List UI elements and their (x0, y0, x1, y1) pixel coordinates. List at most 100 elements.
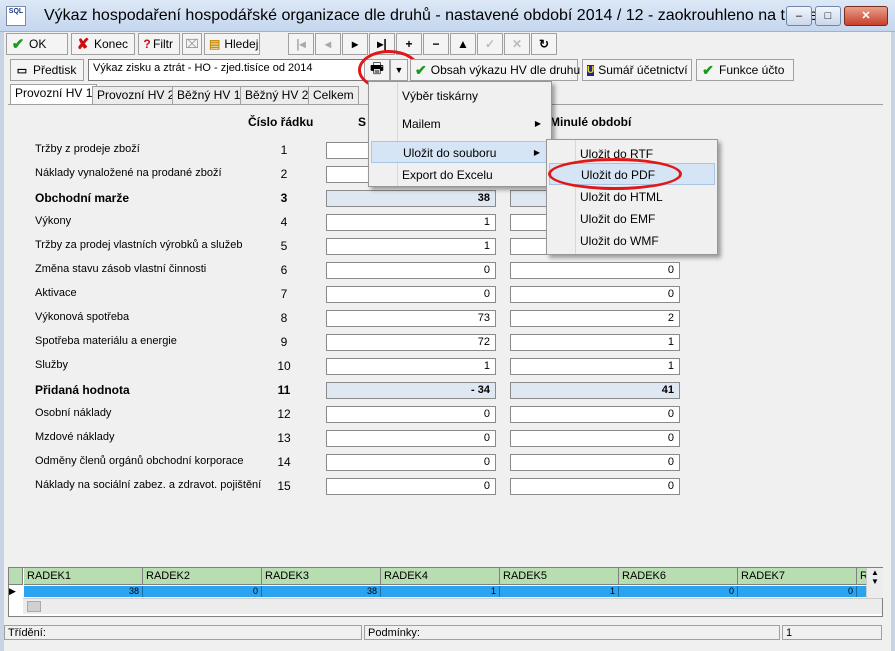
menu-item-vyber-tiskarny[interactable]: Výběr tiskárny (371, 85, 549, 107)
current-period-field[interactable]: 73 (326, 310, 496, 327)
current-period-field[interactable]: - 34 (326, 382, 496, 399)
row-number: 14 (277, 455, 291, 469)
close-x-icon: ✘ (76, 36, 90, 53)
status-podminky: Podmínky: (364, 625, 780, 640)
filter-clear-button[interactable]: ⌧ (182, 33, 202, 55)
current-period-field[interactable]: 1 (326, 214, 496, 231)
grid-horizontal-scrollbar[interactable] (23, 598, 882, 614)
row-label: Výkony (35, 215, 72, 227)
previous-period-field[interactable]: 0 (510, 430, 680, 447)
grid-column-header[interactable]: RADEK4 (381, 568, 500, 585)
menu-item-ulozit-emf[interactable]: Uložit do EMF (549, 208, 715, 230)
grid-cell[interactable]: 1 (500, 586, 619, 597)
grid-column-header[interactable]: RADEK3 (262, 568, 381, 585)
tab-provozni-hv-2[interactable]: Provozní HV 2 (92, 86, 180, 104)
status-record: 1 (782, 625, 882, 640)
current-period-field[interactable]: 0 (326, 286, 496, 303)
row-label: Tržby z prodeje zboží (35, 143, 140, 155)
grid-cell[interactable]: 0 (619, 586, 738, 597)
sumar-button[interactable]: U Sumář účetnictví (582, 59, 692, 81)
previous-period-field[interactable]: 0 (510, 454, 680, 471)
cancel-record-button[interactable]: ✕ (504, 33, 530, 55)
row-number: 11 (277, 383, 291, 397)
tab-bezny-hv-2[interactable]: Běžný HV 2 (240, 86, 314, 104)
obsah-button[interactable]: ✔ Obsah výkazu HV dle druhu (410, 59, 580, 81)
row-label: Spotřeba materiálu a energie (35, 335, 177, 347)
row-label: Náklady vynaložené na prodané zboží (35, 167, 222, 179)
first-record-button[interactable]: |◂ (288, 33, 314, 55)
hledej-button[interactable]: ▤ Hledej (204, 33, 260, 55)
submenu-arrow-icon: ▶ (534, 119, 541, 128)
current-period-field[interactable]: 0 (326, 430, 496, 447)
previous-period-field[interactable]: 1 (510, 358, 680, 375)
grid-cell[interactable]: 0 (738, 586, 857, 597)
tab-provozni-hv-1[interactable]: Provozní HV 1 (10, 84, 98, 105)
scrollbar-thumb[interactable] (27, 601, 41, 612)
row-number: 3 (280, 191, 288, 205)
grid-corner (9, 568, 23, 585)
current-period-field[interactable]: 1 (326, 358, 496, 375)
edit-record-button[interactable]: ▲ (450, 33, 476, 55)
grid-column-header[interactable]: RADEK7 (738, 568, 857, 585)
predtisk-button[interactable]: ▭ Předtisk (10, 59, 84, 81)
current-row-indicator-icon: ▶ (9, 586, 16, 596)
row-number: 9 (280, 335, 288, 349)
current-period-field[interactable]: 0 (326, 454, 496, 471)
tab-celkem[interactable]: Celkem (308, 86, 359, 104)
post-record-button[interactable]: ✓ (477, 33, 503, 55)
document-icon: ▭ (16, 64, 28, 77)
previous-period-field[interactable]: 0 (510, 478, 680, 495)
current-period-field[interactable]: 0 (326, 262, 496, 279)
row-number: 13 (277, 431, 291, 445)
grid-cell[interactable]: 1 (381, 586, 500, 597)
scroll-down-icon[interactable]: ▼ (867, 577, 883, 586)
print-menu: Výběr tiskárny Mailem ▶ Uložit do souboru… (368, 81, 552, 187)
current-period-field[interactable]: 0 (326, 478, 496, 495)
current-period-field[interactable]: 0 (326, 406, 496, 423)
close-button[interactable]: ✕ (844, 6, 888, 26)
grid-cell[interactable]: 38 (262, 586, 381, 597)
menu-item-ulozit-wmf[interactable]: Uložit do WMF (549, 230, 715, 252)
previous-period-field[interactable]: 0 (510, 262, 680, 279)
column-previous-period: Minulé období (550, 115, 632, 129)
minimize-button[interactable]: – (786, 6, 812, 26)
menu-item-mailem[interactable]: Mailem ▶ (371, 113, 549, 135)
grid-cell[interactable]: 0 (143, 586, 262, 597)
row-number: 15 (277, 479, 291, 493)
previous-period-field[interactable]: 0 (510, 406, 680, 423)
report-select[interactable]: Výkaz zisku a ztrát - HO - zjed.tisíce o… (88, 59, 368, 81)
row-label: Mzdové náklady (35, 431, 115, 443)
funkce-button[interactable]: ✔ Funkce účto (696, 59, 794, 81)
refresh-button[interactable]: ↻ (531, 33, 557, 55)
row-label: Osobní náklady (35, 407, 112, 419)
grid-column-header[interactable]: RADEK6 (619, 568, 738, 585)
data-grid: RADEK1 RADEK2 RADEK3 RADEK4 RADEK5 RADEK6 RADE… (8, 567, 883, 617)
previous-period-field[interactable]: 41 (510, 382, 680, 399)
scroll-up-icon[interactable]: ▲ (867, 568, 883, 577)
grid-vertical-scrollbar[interactable]: ▲ ▼ (866, 568, 883, 598)
filtr-button[interactable]: ? Filtr (138, 33, 180, 55)
current-period-field[interactable]: 1 (326, 238, 496, 255)
grid-column-header[interactable]: RADEK5 (500, 568, 619, 585)
previous-period-field[interactable]: 0 (510, 286, 680, 303)
row-number: 8 (280, 311, 288, 325)
current-period-field[interactable]: 72 (326, 334, 496, 351)
current-period-field[interactable]: 38 (326, 190, 496, 207)
prev-record-button[interactable]: ◂ (315, 33, 341, 55)
konec-button[interactable]: ✘ Konec (71, 33, 135, 55)
question-icon: ? (143, 37, 151, 51)
menu-item-ulozit-do-souboru[interactable]: Uložit do souboru ▶ (371, 141, 549, 163)
row-label: Výkonová spotřeba (35, 311, 130, 323)
grid-column-header[interactable]: RADEK1 (24, 568, 143, 585)
previous-period-field[interactable]: 1 (510, 334, 680, 351)
delete-record-button[interactable]: − (423, 33, 449, 55)
maximize-button[interactable]: □ (815, 6, 841, 26)
row-number: 4 (280, 215, 288, 229)
previous-period-field[interactable]: 2 (510, 310, 680, 327)
next-record-button[interactable]: ▸ (342, 33, 368, 55)
tab-bezny-hv-1[interactable]: Běžný HV 1 (172, 86, 246, 104)
ok-button[interactable]: ✔ OK (6, 33, 68, 55)
menu-item-export-excel[interactable]: Export do Excelu (371, 164, 549, 186)
grid-cell[interactable]: 38 (24, 586, 143, 597)
grid-column-header[interactable]: RADEK2 (143, 568, 262, 585)
